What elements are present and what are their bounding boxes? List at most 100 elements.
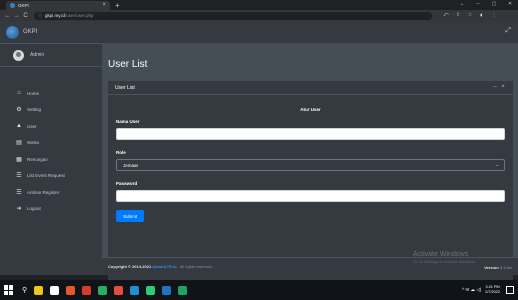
address-bar[interactable]: ⓘ gkpi.my.id /user/user.php [34, 11, 432, 20]
app-icon[interactable] [146, 285, 156, 295]
form-heading: Atur User [300, 107, 321, 112]
sidebar-item-label: List Event Request [27, 173, 65, 179]
sidebar-item-setting[interactable]: ⚙ Setting [0, 102, 102, 119]
list-icon: ☰ [16, 173, 22, 180]
copyright-text: Copyright © 2014-2021 [108, 264, 152, 269]
book-icon: ▦ [16, 156, 22, 163]
fullscreen-icon[interactable]: ⤢ [505, 27, 511, 35]
sidebar: Admin ⌂ Home ⚙ Setting ▲ User ▤ Warta ▦ … [0, 43, 102, 275]
profile-icon[interactable]: ◐ [476, 12, 488, 19]
card-header: User List – × [108, 81, 513, 95]
watermark-subtitle: Go to Settings to activate Windows. [413, 259, 477, 264]
user-panel: Admin [0, 44, 102, 67]
gears-icon: ⚙ [16, 107, 22, 114]
sidebar-item-label: Renungan [27, 156, 48, 162]
file-explorer-icon[interactable] [34, 285, 44, 295]
role-select[interactable]: Jemaat ⌄ [116, 159, 505, 171]
firefox-icon[interactable] [66, 285, 76, 295]
sidebar-item-list-event-request[interactable]: ☰ List Event Request [0, 168, 102, 185]
whatsapp-icon[interactable] [98, 285, 108, 295]
page-title: User List [108, 59, 148, 70]
browser-toolbar: ← → C ⓘ gkpi.my.id /user/user.php ⤺ ⇪ ☆ … [0, 10, 518, 21]
clock-date: 2/7/2022 [485, 290, 500, 294]
sidebar-item-antrian-register[interactable]: ☰ Antrian Register [0, 184, 102, 201]
sidebar-item-label: Antrian Register [27, 189, 60, 195]
tab-search-icon[interactable]: ⌄ [454, 0, 470, 9]
word-icon[interactable] [162, 285, 172, 295]
app-icon[interactable] [82, 285, 92, 295]
brand-name[interactable]: GKPI [23, 29, 37, 35]
chevron-down-icon: ⌄ [495, 162, 499, 167]
app-icon[interactable] [114, 285, 124, 295]
system-tray: ^ ✉ ☁ ◁) 3:21 PM 2/7/2022 [462, 280, 518, 300]
version-info: Version 3.1.0rc [484, 265, 512, 270]
avatar[interactable] [13, 49, 24, 61]
content-wrapper: User List User List – × Atur User Nama U… [102, 43, 518, 280]
tab-title: GKPI [18, 3, 29, 8]
sidebar-item-renungan[interactable]: ▦ Renungan [0, 151, 102, 168]
rights-text: All rights reserved. [179, 264, 213, 269]
clock[interactable]: 3:21 PM 2/7/2022 [485, 285, 500, 295]
sidebar-item-user[interactable]: ▲ User [0, 118, 102, 135]
app-navbar: GKPI ⤢ [0, 21, 518, 43]
window-controls: ⌄ – ▢ ✕ [454, 0, 518, 9]
card-title: User List [115, 84, 135, 91]
home-icon: ⌂ [17, 90, 21, 97]
adminlte-link[interactable]: AdminLTE.io. [152, 264, 177, 269]
task-view-icon[interactable] [50, 285, 60, 295]
tray-icons[interactable]: ^ ✉ ☁ ◁) [462, 287, 481, 293]
card-tools: – × [491, 84, 507, 90]
close-window-button[interactable]: ✕ [502, 0, 518, 9]
role-selected-value: Jemaat [123, 162, 138, 168]
chrome-icon[interactable] [130, 285, 140, 295]
bookmark-star-icon[interactable]: ☆ [464, 12, 476, 19]
version-number: 3.1.0rc [499, 265, 512, 270]
minimize-button[interactable]: – [470, 0, 486, 9]
reload-icon[interactable]: C [21, 13, 30, 19]
windows-start-icon[interactable] [4, 285, 14, 295]
user-name[interactable]: Admin [30, 52, 44, 58]
url-path: /user/user.php [64, 13, 94, 18]
forward-icon[interactable]: → [12, 13, 21, 19]
submit-button[interactable]: Submit [116, 210, 144, 222]
sidebar-item-label: User [27, 123, 37, 129]
user-form: Nama User Role Jemaat ⌄ Password Submit [108, 119, 513, 222]
site-info-icon[interactable]: ⓘ [38, 13, 42, 19]
sidebar-item-label: Setting [27, 107, 42, 113]
search-icon[interactable]: ⚲ [22, 286, 27, 294]
sidebar-item-home[interactable]: ⌂ Home [0, 85, 102, 102]
excel-icon[interactable] [178, 285, 188, 295]
sign-out-icon: ➜ [16, 206, 22, 213]
sidebar-item-logout[interactable]: ➜ Logout [0, 201, 102, 218]
close-icon[interactable]: × [499, 84, 507, 90]
notification-icon[interactable] [506, 286, 514, 294]
version-label: Version [484, 265, 499, 270]
browser-tab[interactable]: GKPI × [6, 1, 110, 10]
password-field[interactable] [116, 190, 505, 202]
password-label: Password [116, 181, 138, 186]
name-label: Nama User [116, 119, 140, 124]
browser-tab-strip: GKPI × + ⌄ – ▢ ✕ [0, 0, 518, 10]
new-tab-button[interactable]: + [115, 1, 120, 10]
watermark-title: Activate Windows [413, 251, 469, 258]
tab-close-icon[interactable]: × [102, 2, 106, 8]
back-icon[interactable]: ← [3, 13, 12, 19]
windows-taskbar: ⚲ ^ ✉ ☁ ◁) 3:21 PM 2/7/2022 [0, 280, 518, 300]
role-label: Role [116, 150, 126, 155]
brand-logo-icon[interactable] [6, 25, 19, 39]
url-host: gkpi.my.id [45, 13, 65, 18]
browser-actions: ⤺ ⇪ ☆ ◐ ⋮ [440, 12, 500, 19]
newspaper-icon: ▤ [16, 140, 22, 147]
browser-menu-icon[interactable]: ⋮ [488, 12, 500, 19]
sidebar-item-label: Warta [27, 140, 39, 146]
collapse-icon[interactable]: – [491, 84, 499, 90]
maximize-button[interactable]: ▢ [486, 0, 502, 9]
activate-windows-watermark: Activate Windows Go to Settings to activ… [413, 251, 476, 264]
sidebar-item-warta[interactable]: ▤ Warta [0, 135, 102, 152]
tab-favicon-icon [10, 3, 15, 8]
user-icon: ▲ [16, 123, 22, 130]
list-icon: ☰ [16, 189, 22, 196]
name-field[interactable] [116, 128, 505, 140]
install-icon[interactable]: ⇪ [452, 12, 464, 19]
share-icon[interactable]: ⤺ [440, 12, 452, 19]
